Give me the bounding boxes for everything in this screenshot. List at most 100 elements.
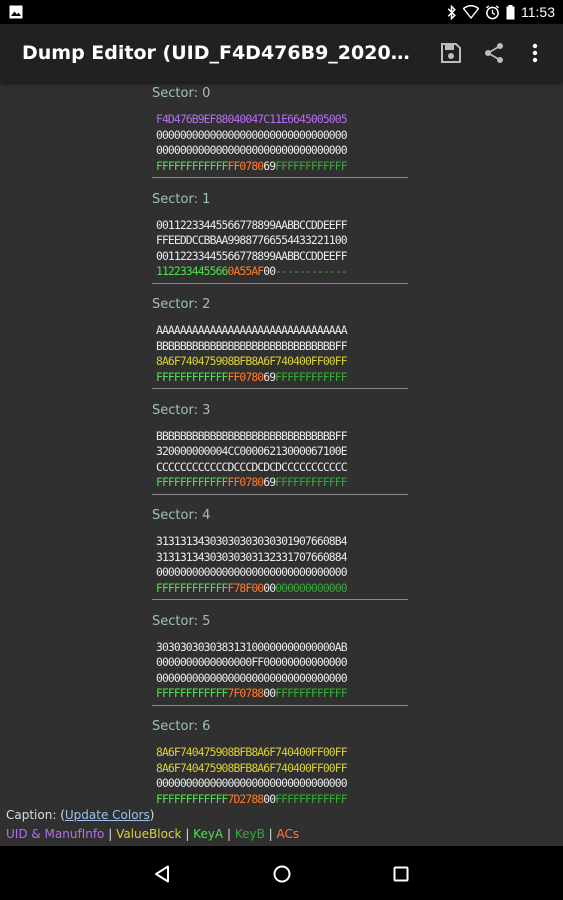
hex-segment: 320000000004CC00006213000067100E (156, 444, 348, 458)
recents-icon (393, 866, 409, 882)
hex-segment: FF0780 (227, 158, 265, 173)
hex-line[interactable]: FFFFFFFFFFFF7D278800FFFFFFFFFFFF (152, 792, 408, 807)
hex-segment: ------------ (275, 264, 347, 278)
sector-divider (152, 704, 408, 706)
hex-segment: 00 (263, 686, 276, 700)
back-button[interactable] (148, 860, 176, 888)
hex-line[interactable]: FFEEDDCCBBAA99887766554433221100 (152, 233, 408, 249)
hex-line[interactable]: 00000000000000000000000000000000 (152, 565, 408, 581)
hex-line[interactable]: 8A6F740475908BFB8A6F740400FF00FF (152, 761, 408, 777)
recents-button[interactable] (387, 860, 415, 888)
hex-line[interactable]: FFFFFFFFFFFFFF078069FFFFFFFFFFFF (152, 370, 408, 386)
hex-line[interactable]: F4D476B9EF88040047C11E6645005005 (152, 112, 408, 128)
color-caption: Caption: (Update Colors) UID & ManufInfo… (0, 806, 563, 846)
share-icon (485, 43, 503, 63)
app-bar: Dump Editor (UID_F4D476B9_2020-11-09_1..… (0, 24, 563, 82)
hex-line[interactable]: 00000000000000000000000000000000 (152, 776, 408, 792)
sector-block: Sector: 0 F4D476B9EF88040047C11E664500500… (152, 84, 408, 178)
hex-line[interactable]: 00000000000000000000000000000000 (152, 671, 408, 687)
caption-legend: UID & ManufInfo | ValueBlock | KeyA | Ke… (6, 827, 299, 841)
legend-uid: UID & ManufInfo (6, 827, 105, 841)
hex-segment: 69 (263, 158, 276, 173)
more-vert-icon (532, 43, 538, 63)
legend-key-b: KeyB (234, 827, 265, 841)
hex-line[interactable]: 303030303038313100000000000000AB (152, 640, 408, 656)
sector-title: Sector: 1 (152, 191, 211, 207)
hex-line[interactable]: 0000000000000000FF00000000000000 (152, 655, 408, 671)
caption-line: Caption: (Update Colors) (6, 808, 154, 822)
hex-segment: CCCCCCCCCCCCDCCCDCDCDCCCCCCCCCCC (156, 459, 348, 474)
sector-title: Sector: 3 (152, 402, 211, 418)
hex-line[interactable]: FFFFFFFFFFFFFF078069FFFFFFFFFFFF (152, 159, 408, 175)
hex-line[interactable]: 00000000000000000000000000000000 (152, 143, 408, 159)
dump-content[interactable]: Sector: 0 F4D476B9EF88040047C11E664500500… (0, 82, 563, 806)
hex-segment: 00112233445566778899AABBCCDDEEFF (156, 248, 348, 263)
hex-segment: 112233445566 (156, 264, 228, 278)
sector-divider (152, 177, 408, 178)
hex-segment: 8A6F740475908BFB8A6F740400FF00FF (156, 745, 348, 759)
hex-line[interactable]: 313131343030303030303019076608B4 (152, 534, 408, 550)
home-button[interactable] (268, 860, 296, 888)
hex-segment: F4D476B9EF88040047C11E6645005005 (156, 112, 348, 126)
legend-acs: ACs (276, 827, 300, 841)
hex-segment: 00112233445566778899AABBCCDDEEFF (156, 217, 348, 232)
hex-segment: FFEEDDCCBBAA99887766554433221100 (156, 233, 348, 247)
hex-segment: 00 (263, 580, 276, 595)
hex-line[interactable]: 00112233445566778899AABBCCDDEEFF (152, 249, 408, 265)
hex-segment: 31313134303030303132331707660884 (156, 549, 348, 564)
hex-segment: FFFFFFFFFFFF (156, 475, 228, 489)
save-button[interactable] (436, 38, 466, 68)
hex-segment: 000000000000 (275, 580, 347, 595)
sector-title: Sector: 2 (152, 297, 211, 312)
legend-separator: | (223, 827, 235, 841)
hex-segment: 00 (263, 264, 276, 278)
hex-segment: FFFFFFFFFFFF (275, 158, 347, 173)
hex-line[interactable]: 8A6F740475908BFB8A6F740400FF00FF (152, 354, 408, 370)
legend-value-block: ValueBlock (116, 827, 182, 841)
hex-segment: 7D2788 (227, 791, 265, 806)
hex-line[interactable]: 8A6F740475908BFB8A6F740400FF00FF (152, 745, 408, 761)
sector-title: Sector: 0 (152, 86, 211, 101)
hex-segment: FFFFFFFFFFFF (275, 791, 347, 806)
sector-divider (152, 599, 408, 600)
hex-segment: FFFFFFFFFFFF (275, 475, 347, 489)
bluetooth-icon (447, 4, 456, 20)
legend-separator: | (104, 827, 117, 841)
hex-line[interactable]: FFFFFFFFFFFFF78F0000000000000000 (152, 581, 408, 597)
sector-divider (152, 282, 408, 284)
hex-line[interactable]: 00000000000000000000000000000000 (152, 128, 408, 144)
hex-line[interactable]: 00112233445566778899AABBCCDDEEFF (152, 218, 408, 234)
update-colors-link[interactable]: Update Colors (65, 808, 150, 822)
hex-segment: BBBBBBBBBBBBBBBBBBBBBBBBBBBBBBFF (156, 338, 348, 353)
hex-line[interactable]: 1122334455660A55AF00------------ (152, 264, 408, 280)
hex-line[interactable]: FFFFFFFFFFFFFF078069FFFFFFFFFFFF (152, 475, 408, 491)
sector-block: Sector: 6 8A6F740475908BFB8A6F740400FF00F… (152, 717, 408, 806)
hex-line[interactable]: 31313134303030303132331707660884 (152, 550, 408, 566)
share-button[interactable] (479, 38, 509, 68)
hex-line[interactable]: 320000000004CC00006213000067100E (152, 444, 408, 460)
sector-divider (152, 388, 408, 389)
hex-segment: 00 (263, 791, 276, 806)
sector-divider (152, 493, 408, 495)
hex-segment: 8A6F740475908BFB8A6F740400FF00FF (156, 760, 348, 775)
hex-segment: 00000000000000000000000000000000 (156, 565, 348, 579)
hex-line[interactable]: FFFFFFFFFFFF7F078800FFFFFFFFFFFF (152, 686, 408, 702)
hex-line[interactable]: CCCCCCCCCCCCDCCCDCDCDCCCCCCCCCCC (152, 460, 408, 476)
legend-separator: | (264, 827, 277, 841)
sector-block: Sector: 4 313131343030303030303019076608B… (152, 506, 408, 600)
hex-segment: FFFFFFFFFFFF (156, 686, 228, 700)
hex-segment: FFFFFFFFFFFF (275, 686, 347, 700)
page-title: Dump Editor (UID_F4D476B9_2020-11-09_1..… (22, 42, 412, 64)
hex-segment: 8A6F740475908BFB8A6F740400FF00FF (156, 354, 348, 368)
hex-segment: 69 (263, 475, 276, 489)
hex-segment: FFFFFFFFFFFF (156, 580, 228, 595)
hex-line[interactable]: AAAAAAAAAAAAAAAAAAAAAAAAAAAAAAAA (152, 323, 408, 339)
hex-line[interactable]: BBBBBBBBBBBBBBBBBBBBBBBBBBBBBBFF (152, 339, 408, 355)
hex-line[interactable]: BBBBBBBBBBBBBBBBBBBBBBBBBBBBBBFF (152, 429, 408, 445)
back-icon (155, 865, 169, 883)
overflow-menu-button[interactable] (520, 38, 550, 68)
image-notification-icon (9, 5, 23, 19)
hex-segment: 00000000000000000000000000000000 (156, 143, 348, 157)
hex-segment: 00000000000000000000000000000000 (156, 127, 348, 142)
hex-segment: FFFFFFFFFFFF (156, 369, 228, 384)
